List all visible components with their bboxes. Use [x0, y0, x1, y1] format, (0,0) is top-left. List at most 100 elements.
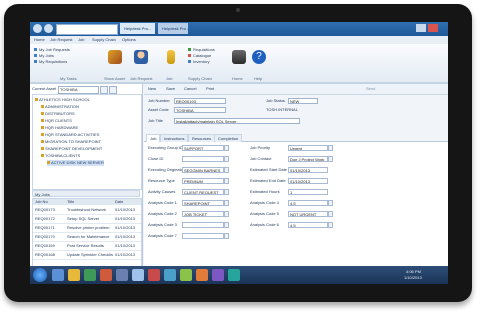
field-value[interactable]: 1	[288, 189, 328, 195]
tree-item[interactable]: HQR STANDARD ACTIVITIES	[41, 132, 99, 138]
browser-tab-1[interactable]: Helpdesk Pro...	[120, 23, 156, 34]
tab-instructions[interactable]: Instructions	[160, 134, 189, 142]
menu-job[interactable]: Job	[78, 36, 84, 44]
ribbon-catalogue[interactable]: Catalogue	[193, 53, 211, 58]
tab-resources[interactable]: Resources	[188, 134, 216, 142]
field-value[interactable]	[182, 156, 224, 162]
menu-options[interactable]: Options	[122, 36, 136, 44]
field-value[interactable]: NOT URGENT	[288, 211, 328, 217]
tab-completion[interactable]: Completion	[214, 134, 243, 142]
chevron-down-icon[interactable]	[224, 233, 229, 239]
chevron-down-icon[interactable]	[328, 145, 333, 151]
back-icon[interactable]	[33, 24, 42, 33]
tree-item-selected[interactable]: ACTIVE DISK NEW SERVER	[47, 160, 104, 166]
field-value[interactable]: Urgent	[288, 145, 328, 151]
tree-item[interactable]: SHAREPOINT DEVELOPMENT	[41, 146, 102, 152]
address-bar[interactable]	[56, 24, 118, 35]
new-button[interactable]: New	[148, 86, 156, 92]
clock-time[interactable]: 4:06 PM	[406, 269, 421, 274]
tree-item[interactable]: TOSHIBA CLIENTS	[41, 153, 80, 159]
media-icon[interactable]	[84, 269, 96, 281]
job-title-field[interactable]: Install/attach/maintain SQL Server	[174, 118, 300, 124]
chevron-down-icon[interactable]	[224, 200, 229, 206]
cancel-button[interactable]: Cancel	[184, 86, 196, 92]
field-value[interactable]: 4.5	[288, 222, 328, 228]
ribbon-my-jobs[interactable]: My Jobs	[39, 53, 54, 58]
close-icon[interactable]	[428, 24, 438, 32]
menu-supply-chain[interactable]: Supply Chain	[92, 36, 116, 44]
field-value[interactable]	[182, 233, 224, 239]
app-icon[interactable]	[228, 269, 240, 281]
field-value[interactable]: 4.5	[288, 200, 328, 206]
minimize-icon[interactable]	[416, 24, 426, 32]
current-asset-input[interactable]: TOSHIBA	[58, 86, 99, 94]
job-request-user-icon[interactable]	[134, 50, 148, 64]
asset-clear-icon[interactable]	[109, 86, 117, 94]
chevron-down-icon[interactable]	[224, 178, 229, 184]
app-icon[interactable]	[212, 269, 224, 281]
table-row[interactable]: REQ00172 Setup SQL Server 01/10/2013	[33, 215, 141, 224]
col-job-no[interactable]: Job No	[35, 198, 48, 205]
chevron-down-icon[interactable]	[328, 156, 333, 162]
save-button[interactable]: Save	[166, 86, 175, 92]
app-icon[interactable]	[100, 269, 112, 281]
show-asset-icon[interactable]	[108, 50, 122, 64]
chevron-down-icon[interactable]	[328, 222, 333, 228]
app-icon[interactable]	[132, 269, 144, 281]
job-icon[interactable]	[167, 50, 175, 64]
col-title[interactable]: Title	[67, 198, 74, 205]
field-value[interactable]: SHAREPOINT	[182, 200, 224, 206]
table-row[interactable]: REQ00170 Search for Maintenance 01/10/20…	[33, 233, 141, 242]
chevron-down-icon[interactable]	[224, 156, 229, 162]
chevron-down-icon[interactable]	[224, 211, 229, 217]
app-icon[interactable]	[148, 269, 160, 281]
field-value[interactable]: 01/10/2013	[288, 167, 328, 173]
chevron-down-icon[interactable]	[328, 211, 333, 217]
field-value[interactable]: 01/10/2013	[288, 178, 328, 184]
field-value[interactable]: JOB TICKET	[182, 211, 224, 217]
col-date[interactable]: Date	[115, 198, 123, 205]
field-value[interactable]	[182, 222, 224, 228]
ie-icon[interactable]	[52, 269, 64, 281]
job-number-field[interactable]: REQ00193	[174, 98, 226, 104]
tree-item[interactable]: ADMINISTRATION	[41, 104, 79, 110]
asset-search-icon[interactable]	[100, 86, 108, 94]
ribbon-requisitions[interactable]: Requisitions	[193, 47, 215, 52]
tree-item[interactable]: DISTRIBUTORS	[41, 111, 75, 117]
chevron-down-icon[interactable]	[224, 189, 229, 195]
chevron-down-icon[interactable]	[328, 200, 333, 206]
explorer-icon[interactable]	[68, 269, 80, 281]
field-value[interactable]: SUPPORT	[182, 145, 224, 151]
app-icon[interactable]	[164, 269, 176, 281]
tab-job[interactable]: Job	[146, 134, 161, 142]
field-value[interactable]: CLIENT REQUEST	[182, 189, 224, 195]
menu-home[interactable]: Home	[34, 36, 45, 44]
menu-job-request[interactable]: Job Request	[50, 36, 72, 44]
chevron-down-icon[interactable]	[224, 222, 229, 228]
tree-item[interactable]: HQR CLIENTS	[41, 118, 72, 124]
ribbon-my-job-requests[interactable]: My Job Requests	[39, 47, 70, 52]
table-row[interactable]: REQ00169 Post Service Results 01/10/2013	[33, 242, 141, 251]
chevron-down-icon[interactable]	[224, 145, 229, 151]
table-row[interactable]: REQ00171 Resolve printer problem 01/10/2…	[33, 224, 141, 233]
browser-tab-2[interactable]: Helpdesk Pro Job...	[158, 23, 188, 34]
tree-item[interactable]: HQR HARDWARE	[41, 125, 78, 131]
start-icon[interactable]	[33, 268, 47, 282]
help-icon[interactable]: ?	[252, 50, 266, 64]
send-button[interactable]: Send	[366, 86, 375, 92]
app-icon[interactable]	[196, 269, 208, 281]
forward-icon[interactable]	[44, 24, 53, 33]
job-status-field[interactable]: NEW	[288, 98, 318, 104]
ribbon-my-requisitions[interactable]: My Requisitions	[39, 59, 67, 64]
table-row[interactable]: REQ00173 Troubleshoot Network 01/10/2013	[33, 206, 141, 215]
tree-item[interactable]: ATHLETICS HIGH SCHOOL	[35, 97, 90, 103]
field-value[interactable]: Doe J Project Work	[288, 156, 328, 162]
field-value[interactable]: PREMIUM	[182, 178, 224, 184]
table-row[interactable]: REQ00168 Update Sprinkler Checklist 01/1…	[33, 251, 141, 260]
home-icon[interactable]	[232, 50, 246, 64]
ribbon-inventory[interactable]: Inventory	[193, 59, 209, 64]
asset-code-field[interactable]: TOSHIBA	[174, 107, 226, 113]
chevron-down-icon[interactable]	[224, 167, 229, 173]
app-icon[interactable]	[180, 269, 192, 281]
clock-date[interactable]: 1/10/2013	[404, 275, 422, 280]
